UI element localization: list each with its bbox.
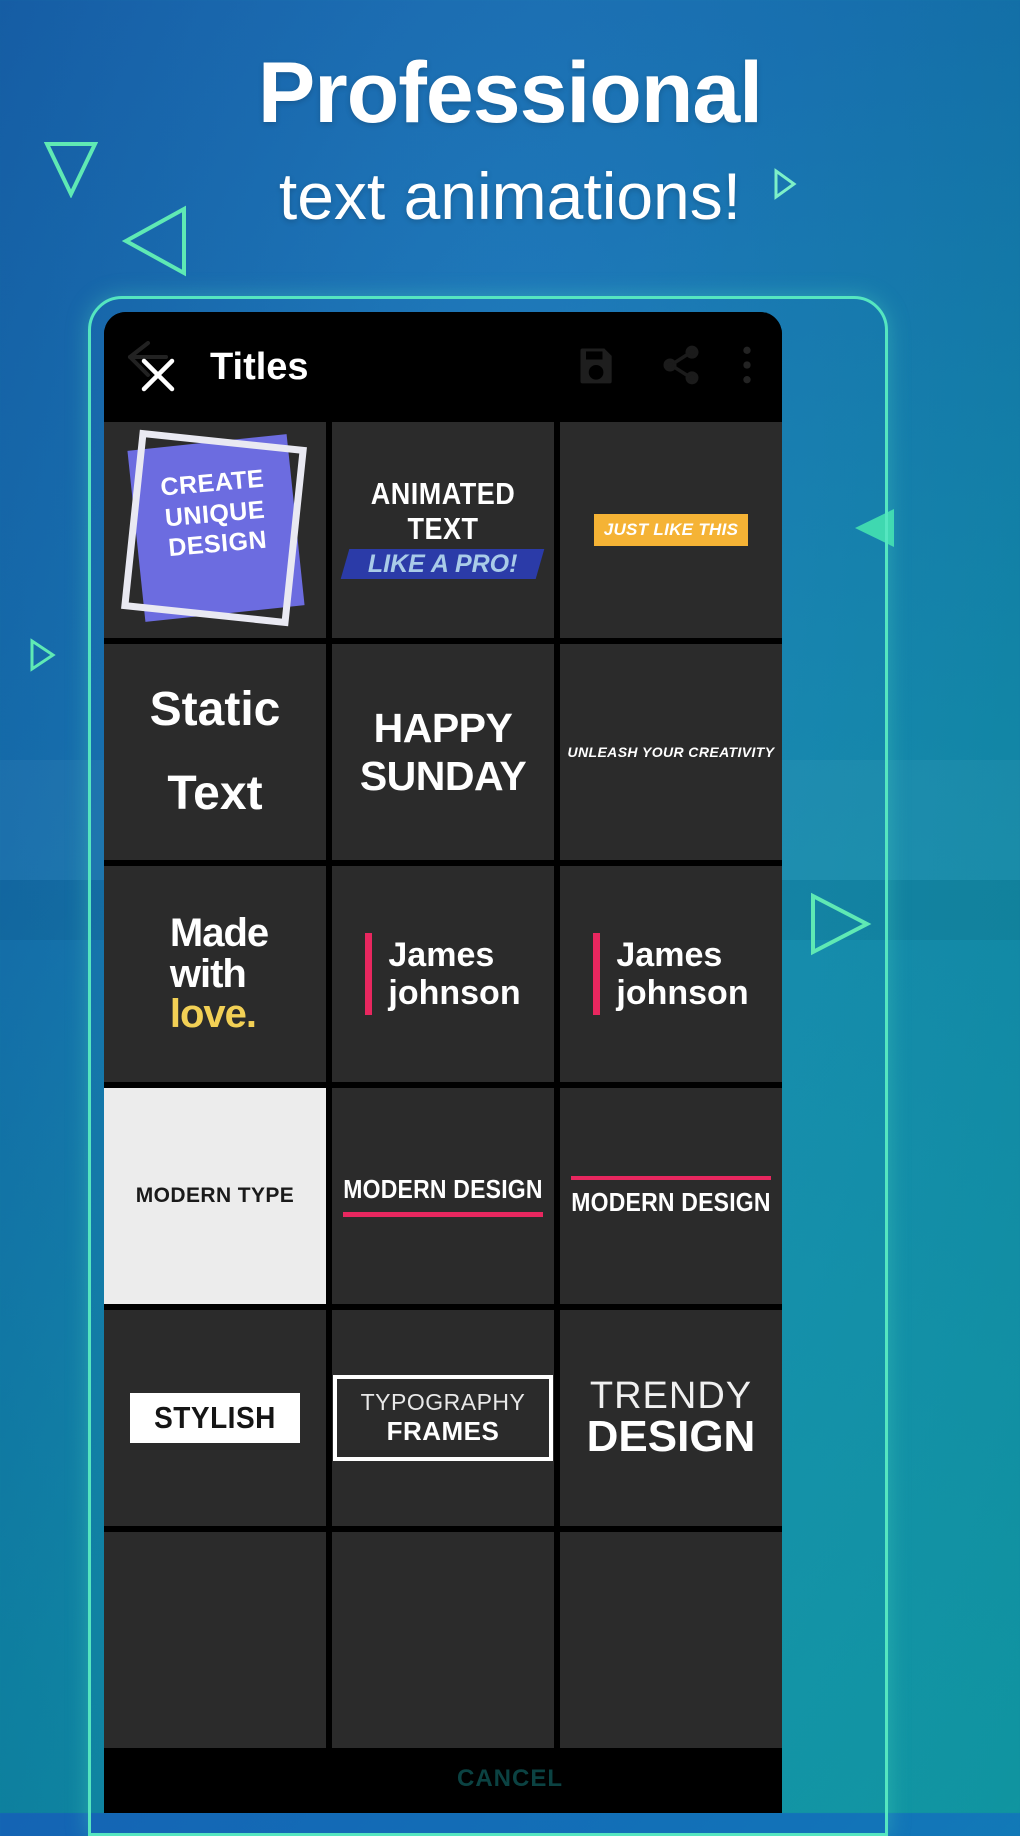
tile-line-2: johnson [616, 974, 749, 1012]
tile-text: STYLISH [154, 1400, 276, 1435]
tile-accent-bar [365, 933, 373, 1015]
tile-art: Static Text [150, 668, 281, 836]
tile-text: MODERN DESIGN [571, 1187, 771, 1217]
tile-accent-bar [593, 933, 601, 1015]
tile-line-1: TRENDY [589, 1375, 753, 1417]
tile-line-2: with [169, 951, 247, 996]
tile-art: Made with love. [162, 910, 269, 1037]
save-button[interactable] [566, 336, 628, 398]
tile-art: MODERN DESIGN [343, 1173, 543, 1217]
tile-line-2: Text [167, 767, 263, 820]
close-icon[interactable] [138, 355, 178, 400]
template-tile-happy-sunday[interactable]: HAPPY SUNDAY [332, 644, 554, 860]
tile-line-2: johnson [388, 974, 521, 1012]
tile-art: MODERN DESIGN [571, 1176, 771, 1217]
tile-art: James johnson [365, 933, 521, 1015]
template-tile-modern-design-overline[interactable]: MODERN DESIGN [560, 1088, 782, 1304]
app-toolbar: Titles [104, 312, 782, 422]
template-tile-static-text[interactable]: Static Text [104, 644, 326, 860]
share-icon [659, 343, 703, 392]
headline-secondary: text animations! [278, 159, 742, 233]
headline-primary: Professional [257, 45, 763, 141]
tile-art: HAPPY SUNDAY [359, 704, 527, 801]
template-tile-create-unique-design[interactable]: CREATE UNIQUE DESIGN [104, 422, 326, 638]
tile-line-2: DESIGN [586, 1412, 756, 1461]
tile-outline-box: TYPOGRAPHY FRAMES [332, 1375, 554, 1461]
tile-line-2: SUNDAY [359, 753, 527, 799]
tile-line-1: James [388, 935, 495, 974]
tile-line-3: love. [169, 992, 257, 1037]
tile-art: ANIMATED TEXT LIKE A PRO! [332, 477, 554, 579]
template-tile-row6-3[interactable] [560, 1532, 782, 1748]
tile-line-1: Static [149, 683, 281, 736]
template-tile-typography-frames[interactable]: TYPOGRAPHY FRAMES [332, 1310, 554, 1526]
save-floppy-icon [575, 343, 619, 392]
tile-text: UNLEASH YOUR CREATIVITY [567, 744, 775, 760]
template-tile-unleash-your-creativity[interactable]: UNLEASH YOUR CREATIVITY [560, 644, 782, 860]
tile-line-2: LIKE A PRO! [368, 549, 518, 578]
template-tile-row6-2[interactable] [332, 1532, 554, 1748]
tile-text: MODERN TYPE [135, 1184, 295, 1207]
template-tile-modern-design-underline[interactable]: MODERN DESIGN [332, 1088, 554, 1304]
overflow-menu-icon [736, 343, 758, 392]
template-tile-row6-1[interactable] [104, 1532, 326, 1748]
close-button[interactable] [122, 331, 194, 403]
tile-text: James johnson [388, 936, 520, 1012]
tile-art: CREATE UNIQUE DESIGN [110, 429, 320, 628]
tile-art: James johnson [593, 933, 749, 1015]
tile-text: CREATE UNIQUE DESIGN [106, 459, 323, 568]
template-tile-trendy-design[interactable]: TRENDY DESIGN [560, 1310, 782, 1526]
device-screen: Titles CREATE UNIQUE DESIGN ANIMATED TEX… [104, 312, 782, 1813]
share-button[interactable] [650, 336, 712, 398]
template-tile-modern-type[interactable]: MODERN TYPE [104, 1088, 326, 1304]
tile-text: JUST LIKE THIS [603, 520, 739, 539]
page-title: Titles [210, 345, 309, 388]
tile-rule [571, 1176, 771, 1180]
tile-inverse-box: STYLISH [130, 1393, 300, 1443]
tile-line-1: James [616, 935, 723, 974]
overflow-menu-button[interactable] [730, 336, 764, 398]
triangle-right-tiny-icon [28, 638, 58, 672]
tile-highlight-bar: JUST LIKE THIS [593, 514, 749, 546]
tile-line-1: Made [169, 910, 269, 955]
tile-art: TRENDY DESIGN [587, 1377, 756, 1459]
tile-banner-bar: LIKE A PRO! [341, 549, 545, 579]
template-tile-just-like-this[interactable]: JUST LIKE THIS [560, 422, 782, 638]
template-tile-james-johnson-1[interactable]: James johnson [332, 866, 554, 1082]
template-grid: CREATE UNIQUE DESIGN ANIMATED TEXT LIKE … [104, 422, 782, 1748]
tile-text: MODERN DESIGN [343, 1173, 543, 1203]
template-tile-animated-text-like-a-pro[interactable]: ANIMATED TEXT LIKE A PRO! [332, 422, 554, 638]
template-tile-james-johnson-2[interactable]: James johnson [560, 866, 782, 1082]
tile-text: James johnson [616, 936, 748, 1012]
tile-line-2: FRAMES [386, 1416, 500, 1446]
template-tile-stylish[interactable]: STYLISH [104, 1310, 326, 1526]
template-tile-made-with-love[interactable]: Made with love. [104, 866, 326, 1082]
tile-rule [343, 1211, 543, 1217]
tile-line-1: ANIMATED TEXT [370, 477, 516, 546]
tile-line-1: HAPPY [373, 704, 513, 751]
tile-line-1: TYPOGRAPHY [360, 1389, 526, 1415]
